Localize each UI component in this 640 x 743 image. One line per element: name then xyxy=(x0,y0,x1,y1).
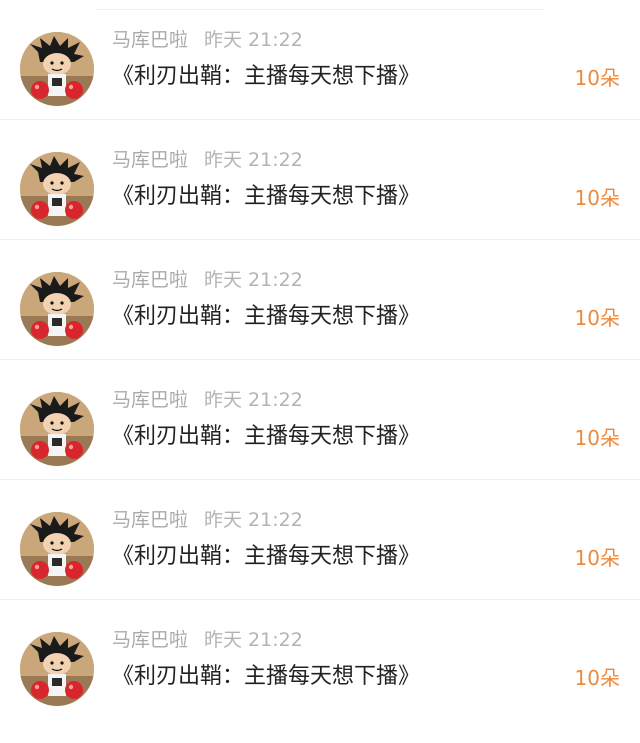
item-meta: 马库巴啦 昨天 21:22 xyxy=(112,28,303,52)
gift-count: 10朵 xyxy=(574,306,620,330)
username[interactable]: 马库巴啦 xyxy=(112,29,188,51)
cartoon-boy-avatar-icon xyxy=(20,632,94,706)
timestamp: 昨天 21:22 xyxy=(204,269,303,291)
item-meta: 马库巴啦 昨天 21:22 xyxy=(112,388,303,412)
user-avatar[interactable] xyxy=(20,392,94,466)
username[interactable]: 马库巴啦 xyxy=(112,149,188,171)
gift-record-list: 马库巴啦 昨天 21:22 《利刃出鞘：主播每天想下播》 10朵 马库巴啦 昨天… xyxy=(0,0,640,720)
user-avatar[interactable] xyxy=(20,272,94,346)
user-avatar[interactable] xyxy=(20,512,94,586)
timestamp: 昨天 21:22 xyxy=(204,629,303,651)
username[interactable]: 马库巴啦 xyxy=(112,509,188,531)
item-meta: 马库巴啦 昨天 21:22 xyxy=(112,268,303,292)
gift-count: 10朵 xyxy=(574,666,620,690)
stream-title: 《利刃出鞘：主播每天想下播》 xyxy=(112,304,421,329)
list-item[interactable]: 马库巴啦 昨天 21:22 《利刃出鞘：主播每天想下播》 10朵 xyxy=(0,120,640,240)
list-item[interactable]: 马库巴啦 昨天 21:22 《利刃出鞘：主播每天想下播》 10朵 xyxy=(0,360,640,480)
item-meta: 马库巴啦 昨天 21:22 xyxy=(112,148,303,172)
stream-title: 《利刃出鞘：主播每天想下播》 xyxy=(112,184,421,209)
stream-title: 《利刃出鞘：主播每天想下播》 xyxy=(112,664,421,689)
timestamp: 昨天 21:22 xyxy=(204,509,303,531)
gift-count: 10朵 xyxy=(574,66,620,90)
item-meta: 马库巴啦 昨天 21:22 xyxy=(112,508,303,532)
gift-count: 10朵 xyxy=(574,186,620,210)
user-avatar[interactable] xyxy=(20,152,94,226)
username[interactable]: 马库巴啦 xyxy=(112,389,188,411)
gift-count: 10朵 xyxy=(574,426,620,450)
stream-title: 《利刃出鞘：主播每天想下播》 xyxy=(112,544,421,569)
stream-title: 《利刃出鞘：主播每天想下播》 xyxy=(112,64,421,89)
list-item[interactable]: 马库巴啦 昨天 21:22 《利刃出鞘：主播每天想下播》 10朵 xyxy=(0,600,640,720)
cartoon-boy-avatar-icon xyxy=(20,32,94,106)
list-item[interactable]: 马库巴啦 昨天 21:22 《利刃出鞘：主播每天想下播》 10朵 xyxy=(0,240,640,360)
username[interactable]: 马库巴啦 xyxy=(112,269,188,291)
timestamp: 昨天 21:22 xyxy=(204,29,303,51)
username[interactable]: 马库巴啦 xyxy=(112,629,188,651)
cartoon-boy-avatar-icon xyxy=(20,512,94,586)
cartoon-boy-avatar-icon xyxy=(20,392,94,466)
timestamp: 昨天 21:22 xyxy=(204,149,303,171)
cartoon-boy-avatar-icon xyxy=(20,152,94,226)
user-avatar[interactable] xyxy=(20,632,94,706)
cartoon-boy-avatar-icon xyxy=(20,272,94,346)
item-meta: 马库巴啦 昨天 21:22 xyxy=(112,628,303,652)
list-item[interactable]: 马库巴啦 昨天 21:22 《利刃出鞘：主播每天想下播》 10朵 xyxy=(0,0,640,120)
timestamp: 昨天 21:22 xyxy=(204,389,303,411)
user-avatar[interactable] xyxy=(20,32,94,106)
stream-title: 《利刃出鞘：主播每天想下播》 xyxy=(112,424,421,449)
gift-count: 10朵 xyxy=(574,546,620,570)
list-item[interactable]: 马库巴啦 昨天 21:22 《利刃出鞘：主播每天想下播》 10朵 xyxy=(0,480,640,600)
